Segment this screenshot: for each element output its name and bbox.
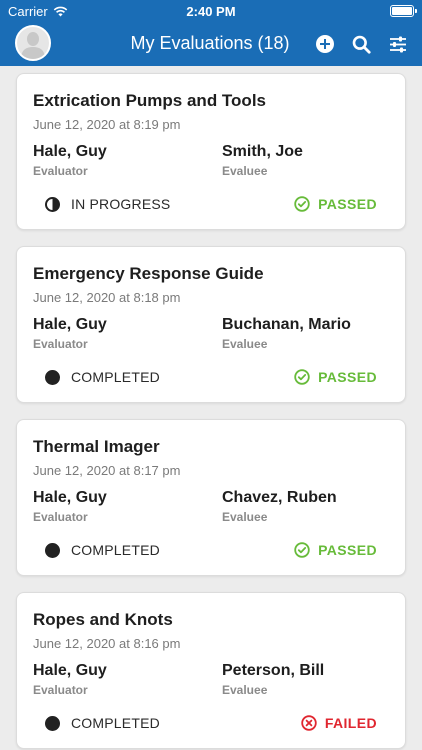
evaluator-name: Hale, Guy bbox=[33, 489, 107, 506]
state-label: IN PROGRESS bbox=[71, 196, 171, 212]
evaluation-date: June 12, 2020 at 8:16 pm bbox=[33, 636, 181, 651]
status-time: 2:40 PM bbox=[186, 4, 236, 19]
evaluation-card[interactable]: Ropes and Knots June 12, 2020 at 8:16 pm… bbox=[16, 592, 406, 749]
add-evaluation-button[interactable] bbox=[313, 32, 337, 56]
evaluation-title: Emergency Response Guide bbox=[33, 264, 264, 283]
avatar[interactable] bbox=[15, 25, 51, 61]
state-label: COMPLETED bbox=[71, 715, 160, 731]
check-circle-icon bbox=[294, 542, 310, 558]
result-badge: PASSED bbox=[294, 369, 377, 385]
evaluee-label: Evaluee bbox=[222, 683, 268, 697]
filled-circle-icon bbox=[45, 369, 60, 385]
top-bar: Carrier 2:40 PM My Evaluations (18) bbox=[0, 0, 422, 66]
result-badge: PASSED bbox=[294, 196, 377, 212]
evaluation-state: IN PROGRESS bbox=[45, 196, 170, 212]
user-silhouette-icon bbox=[21, 32, 45, 59]
evaluation-date: June 12, 2020 at 8:17 pm bbox=[33, 463, 181, 478]
evaluator-name: Hale, Guy bbox=[33, 316, 107, 333]
evaluator-name: Hale, Guy bbox=[33, 662, 107, 679]
battery-icon bbox=[390, 5, 417, 17]
evaluee-label: Evaluee bbox=[222, 510, 268, 524]
evaluee-name: Peterson, Bill bbox=[222, 662, 325, 679]
evaluation-state: COMPLETED bbox=[45, 715, 160, 731]
evaluation-title: Ropes and Knots bbox=[33, 610, 173, 629]
evaluator-name: Hale, Guy bbox=[33, 143, 107, 160]
evaluation-card[interactable]: Emergency Response Guide June 12, 2020 a… bbox=[16, 246, 406, 403]
evaluation-date: June 12, 2020 at 8:18 pm bbox=[33, 290, 181, 305]
filter-button[interactable] bbox=[386, 32, 410, 56]
result-label: PASSED bbox=[318, 369, 377, 385]
x-circle-icon bbox=[301, 715, 317, 731]
result-label: FAILED bbox=[324, 715, 377, 731]
result-label: PASSED bbox=[318, 542, 377, 558]
evaluee-name: Smith, Joe bbox=[222, 143, 303, 160]
check-circle-icon bbox=[294, 196, 310, 212]
evaluation-state: COMPLETED bbox=[45, 369, 160, 385]
evaluator-label: Evaluator bbox=[33, 683, 88, 697]
filter-sliders-icon bbox=[390, 36, 406, 52]
evaluation-card[interactable]: Extrication Pumps and Tools June 12, 202… bbox=[16, 73, 406, 230]
nav-bar: My Evaluations (18) bbox=[0, 22, 422, 66]
evaluee-label: Evaluee bbox=[222, 164, 268, 178]
evaluation-date: June 12, 2020 at 8:19 pm bbox=[33, 117, 181, 132]
evaluee-name: Buchanan, Mario bbox=[222, 316, 351, 333]
add-circle-icon bbox=[316, 35, 334, 53]
evaluator-label: Evaluator bbox=[33, 164, 88, 178]
evaluator-label: Evaluator bbox=[33, 337, 88, 351]
half-circle-icon bbox=[45, 196, 60, 212]
evaluation-state: COMPLETED bbox=[45, 542, 160, 558]
filled-circle-icon bbox=[45, 715, 60, 731]
state-label: COMPLETED bbox=[71, 542, 160, 558]
filled-circle-icon bbox=[45, 542, 60, 558]
state-label: COMPLETED bbox=[71, 369, 160, 385]
evaluation-title: Thermal Imager bbox=[33, 437, 160, 456]
check-circle-icon bbox=[294, 369, 310, 385]
status-bar: Carrier 2:40 PM bbox=[0, 0, 422, 22]
evaluee-name: Chavez, Ruben bbox=[222, 489, 337, 506]
evaluation-card[interactable]: Thermal Imager June 12, 2020 at 8:17 pm … bbox=[16, 419, 406, 576]
result-badge: PASSED bbox=[294, 542, 377, 558]
page-title: My Evaluations (18) bbox=[130, 33, 290, 53]
search-button[interactable] bbox=[349, 32, 373, 56]
result-label: PASSED bbox=[318, 196, 377, 212]
evaluation-title: Extrication Pumps and Tools bbox=[33, 91, 266, 110]
result-badge: FAILED bbox=[301, 715, 377, 731]
search-icon bbox=[352, 35, 371, 54]
evaluator-label: Evaluator bbox=[33, 510, 88, 524]
evaluee-label: Evaluee bbox=[222, 337, 268, 351]
